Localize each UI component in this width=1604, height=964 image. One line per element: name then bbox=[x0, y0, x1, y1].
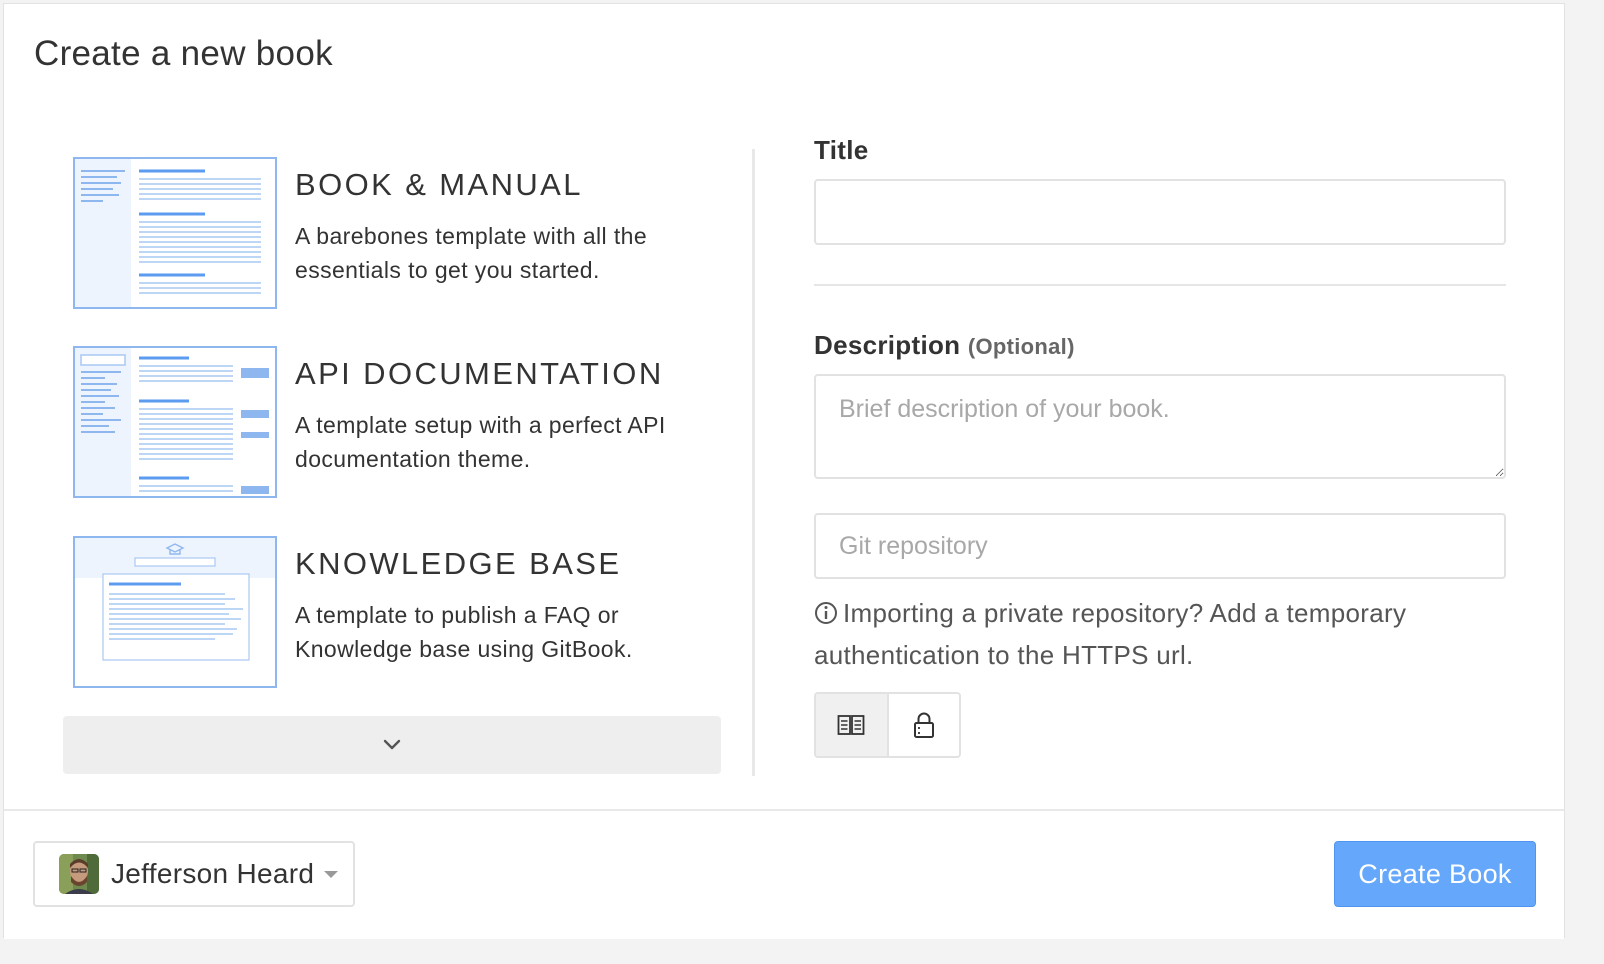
title-input[interactable] bbox=[814, 179, 1506, 245]
visibility-toggle bbox=[814, 692, 961, 758]
template-name: KNOWLEDGE BASE bbox=[295, 546, 622, 581]
title-label: Title bbox=[814, 135, 868, 166]
chevron-down-icon bbox=[383, 739, 401, 750]
description-textarea[interactable] bbox=[814, 374, 1506, 479]
template-name: BOOK & MANUAL bbox=[295, 167, 583, 202]
git-repository-input[interactable] bbox=[814, 513, 1506, 579]
api-documentation-thumbnail bbox=[73, 346, 277, 498]
description-label-text: Description bbox=[814, 330, 961, 360]
template-api-documentation[interactable]: API DOCUMENTATION A template setup with … bbox=[73, 346, 733, 498]
template-description: A template to publish a FAQ or Knowledge… bbox=[295, 602, 633, 662]
create-book-dialog: Create a new book BOOK & MANUAL A barebo… bbox=[3, 3, 1565, 939]
book-manual-thumbnail bbox=[73, 157, 277, 309]
private-repo-hint: Importing a private repository? Add a te… bbox=[814, 594, 1514, 675]
knowledge-base-thumbnail bbox=[73, 536, 277, 688]
optional-tag: (Optional) bbox=[967, 334, 1075, 359]
show-more-templates-button[interactable] bbox=[63, 716, 721, 774]
public-visibility-button[interactable] bbox=[816, 694, 887, 756]
dialog-footer: Jefferson Heard Create Book bbox=[4, 809, 1564, 939]
create-book-button[interactable]: Create Book bbox=[1334, 841, 1536, 907]
title-label-text: Title bbox=[814, 135, 869, 165]
template-description: A barebones template with all the essent… bbox=[295, 223, 648, 283]
description-label: Description (Optional) bbox=[814, 330, 1075, 361]
dialog-title: Create a new book bbox=[34, 34, 333, 73]
owner-select[interactable]: Jefferson Heard bbox=[33, 841, 355, 907]
hint-text: Importing a private repository? Add a te… bbox=[814, 598, 1407, 670]
lock-icon bbox=[913, 712, 934, 738]
template-knowledge-base[interactable]: KNOWLEDGE BASE A template to publish a F… bbox=[73, 536, 733, 688]
avatar bbox=[59, 854, 99, 894]
template-description: A template setup with a perfect API docu… bbox=[295, 412, 666, 472]
private-visibility-button[interactable] bbox=[886, 694, 959, 756]
owner-name: Jefferson Heard bbox=[111, 858, 315, 889]
info-icon bbox=[814, 597, 838, 636]
column-divider bbox=[752, 149, 755, 776]
template-name: API DOCUMENTATION bbox=[295, 356, 664, 391]
caret-down-icon bbox=[324, 870, 339, 878]
template-book-manual[interactable]: BOOK & MANUAL A barebones template with … bbox=[73, 157, 733, 309]
form-divider bbox=[814, 284, 1506, 286]
open-book-icon bbox=[837, 715, 865, 735]
